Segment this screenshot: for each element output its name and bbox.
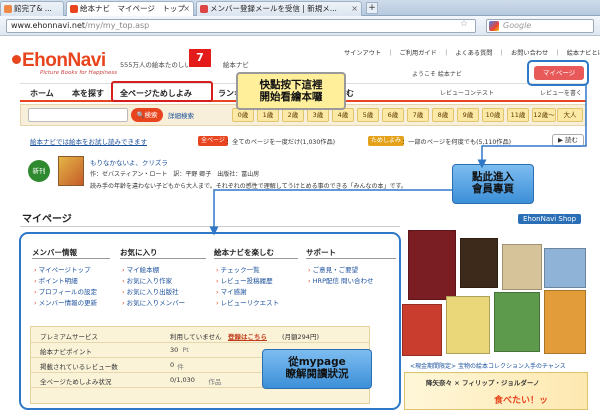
screenshot: 館完了& ... 絵本ナビ マイページ トップ × メンバー登録メールを受信 |… [0,0,600,414]
mypage-highlight-outline [19,232,401,410]
arrow-to-mypage [209,189,452,236]
arrow-to-member-note [477,85,587,169]
annotation-arrows [19,60,589,410]
mypage-button-highlight [527,60,589,86]
